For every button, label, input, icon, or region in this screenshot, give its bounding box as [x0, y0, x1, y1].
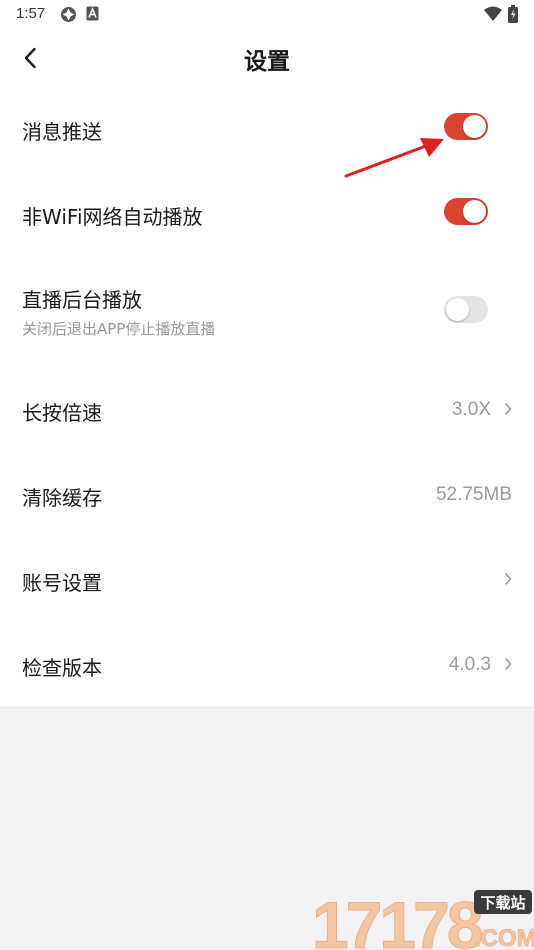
setting-row-push: 消息推送 — [0, 86, 534, 171]
setting-row-clear-cache[interactable]: 清除缓存 52.75MB — [0, 451, 534, 536]
setting-label-long-press-speed: 长按倍速 — [22, 401, 102, 425]
watermark-tag: 下载站 — [480, 894, 525, 912]
long-press-speed-value: 3.0X — [451, 399, 491, 420]
annotation-arrow-icon — [344, 138, 444, 178]
battery-icon — [508, 5, 518, 23]
toggle-knob — [463, 115, 486, 138]
bg-play-toggle[interactable] — [444, 296, 488, 323]
setting-label-bg-play: 直播后台播放 — [22, 288, 142, 312]
wifi-autoplay-toggle[interactable] — [444, 198, 488, 225]
watermark-domain: .COM — [474, 925, 534, 950]
setting-label-account: 账号设置 — [22, 571, 102, 595]
watermark-brand: 17178 — [312, 888, 482, 950]
header: 设置 — [0, 28, 534, 86]
toggle-knob — [446, 298, 469, 321]
chevron-right-icon — [505, 573, 512, 585]
toggle-knob — [463, 200, 486, 223]
page-title: 设置 — [244, 49, 290, 75]
status-bar: 1:57 — [0, 0, 534, 28]
chevron-right-icon — [505, 403, 512, 415]
cache-size-value: 52.75MB — [435, 484, 512, 505]
push-toggle[interactable] — [444, 113, 488, 140]
setting-row-check-version[interactable]: 检查版本 4.0.3 — [0, 621, 534, 706]
version-value: 4.0.3 — [448, 654, 491, 675]
setting-desc-bg-play: 关闭后退出APP停止播放直播 — [22, 320, 216, 338]
setting-row-bg-play: 直播后台播放 关闭后退出APP停止播放直播 — [0, 256, 534, 341]
status-time: 1:57 — [16, 5, 46, 22]
chevron-right-icon — [505, 658, 512, 670]
setting-label-check-version: 检查版本 — [22, 656, 102, 680]
setting-label-wifi-autoplay: 非WiFi网络自动播放 — [22, 205, 203, 229]
setting-label-push: 消息推送 — [22, 120, 102, 144]
setting-label-clear-cache: 清除缓存 — [22, 486, 102, 510]
setting-row-account[interactable]: 账号设置 — [0, 536, 534, 621]
app-notification-icon — [61, 7, 76, 22]
setting-row-long-press-speed[interactable]: 长按倍速 3.0X — [0, 366, 534, 451]
text-notification-icon — [86, 6, 99, 21]
settings-list: 消息推送 非WiFi网络自动播放 直播后台播放 关闭后退出APP停止播放直播 长… — [0, 86, 534, 706]
wifi-icon — [484, 6, 502, 21]
setting-row-wifi-autoplay: 非WiFi网络自动播放 — [0, 171, 534, 256]
site-watermark-logo: 17178 下载站 .COM — [312, 888, 534, 950]
